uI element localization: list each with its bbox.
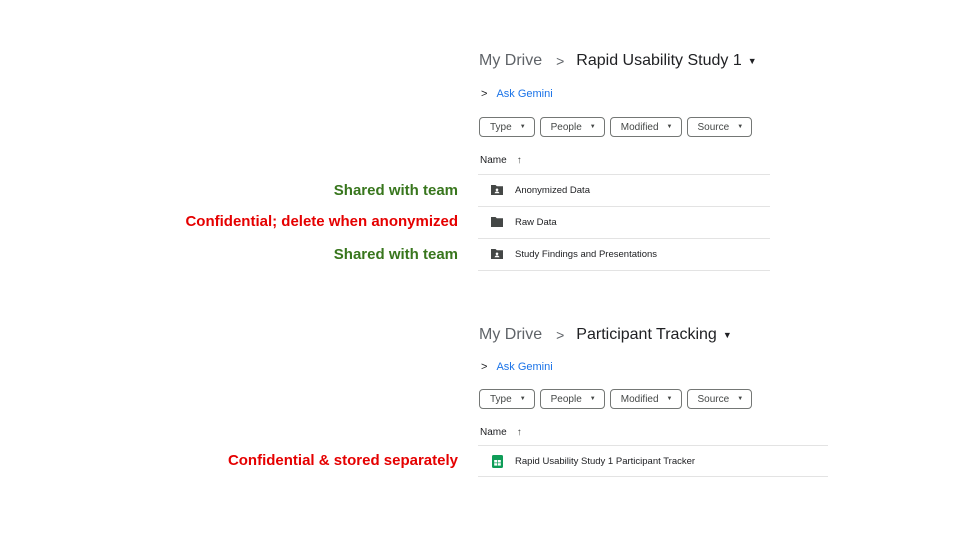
filter-modified-label: Modified [620, 121, 659, 133]
filter-modified-chip[interactable]: Modified ▼ [609, 389, 682, 409]
filter-type-label: Type [490, 121, 512, 133]
name-column-label: Name [480, 155, 507, 166]
ask-gemini-link[interactable]: > Ask Gemini [481, 361, 553, 373]
annotation-study-findings: Shared with team [333, 246, 458, 263]
current-folder-label: Rapid Usability Study 1 [576, 52, 742, 69]
annotation-raw-data: Confidential; delete when anonymized [185, 213, 458, 230]
shared-folder-icon [490, 247, 504, 261]
dropdown-arrow-icon: ▼ [519, 124, 526, 130]
filter-type-chip[interactable]: Type ▼ [479, 389, 535, 409]
chevron-right-icon: > [481, 88, 488, 100]
divider [478, 476, 828, 477]
filter-people-chip[interactable]: People ▼ [539, 389, 605, 409]
divider [478, 270, 770, 271]
file-name: Raw Data [515, 216, 557, 228]
caret-down-icon: ▼ [747, 56, 757, 66]
current-folder-label: Participant Tracking [576, 326, 717, 343]
filter-people-label: People [550, 121, 582, 133]
filter-type-chip[interactable]: Type ▼ [479, 117, 535, 137]
dropdown-arrow-icon: ▼ [589, 396, 596, 402]
file-name: Study Findings and Presentations [515, 248, 658, 260]
list-item[interactable]: Rapid Usability Study 1 Participant Trac… [478, 445, 828, 477]
dropdown-arrow-icon: ▼ [666, 124, 673, 130]
dropdown-arrow-icon: ▼ [737, 396, 744, 402]
drive-panel-participant-tracking: My Drive > Participant Tracking ▼ > Ask … [466, 314, 836, 484]
breadcrumb-separator: > [556, 327, 565, 343]
breadcrumb-my-drive[interactable]: My Drive [479, 52, 542, 70]
drive-panel-study: My Drive > Rapid Usability Study 1 ▼ > A… [466, 40, 836, 280]
dropdown-arrow-icon: ▼ [519, 396, 526, 402]
breadcrumb-current-folder[interactable]: Rapid Usability Study 1 ▼ [576, 52, 756, 70]
filter-people-chip[interactable]: People ▼ [539, 117, 605, 137]
list-item[interactable]: Anonymized Data [478, 174, 770, 206]
name-column-header[interactable]: Name ↑ [480, 427, 522, 438]
breadcrumb: My Drive > Participant Tracking ▼ [479, 326, 732, 344]
ask-gemini-label: Ask Gemini [496, 361, 553, 373]
chevron-right-icon: > [481, 361, 488, 373]
annotation-anonymized-data: Shared with team [333, 182, 458, 199]
shared-folder-icon [490, 183, 504, 197]
filter-modified-chip[interactable]: Modified ▼ [609, 117, 682, 137]
name-column-header[interactable]: Name ↑ [480, 155, 522, 166]
caret-down-icon: ▼ [722, 330, 732, 340]
annotation-participant-tracker: Confidential & stored separately [227, 452, 458, 469]
list-item[interactable]: Study Findings and Presentations [478, 238, 770, 270]
file-name: Anonymized Data [515, 184, 590, 196]
dropdown-arrow-icon: ▼ [737, 124, 744, 130]
filter-source-chip[interactable]: Source ▼ [686, 389, 753, 409]
filter-chips: Type ▼ People ▼ Modified ▼ Source ▼ [479, 389, 753, 409]
dropdown-arrow-icon: ▼ [666, 396, 673, 402]
breadcrumb-my-drive[interactable]: My Drive [479, 326, 542, 344]
file-name: Rapid Usability Study 1 Participant Trac… [515, 455, 696, 467]
breadcrumb: My Drive > Rapid Usability Study 1 ▼ [479, 52, 757, 70]
folder-icon [490, 215, 504, 229]
filter-source-label: Source [697, 393, 730, 405]
sort-ascending-icon: ↑ [516, 427, 522, 438]
filter-people-label: People [550, 393, 582, 405]
sort-ascending-icon: ↑ [516, 155, 522, 166]
name-column-label: Name [480, 427, 507, 438]
filter-modified-label: Modified [620, 393, 659, 405]
ask-gemini-link[interactable]: > Ask Gemini [481, 88, 553, 100]
dropdown-arrow-icon: ▼ [589, 124, 596, 130]
breadcrumb-current-folder[interactable]: Participant Tracking ▼ [576, 326, 731, 344]
list-item[interactable]: Raw Data [478, 206, 770, 238]
filter-chips: Type ▼ People ▼ Modified ▼ Source ▼ [479, 117, 753, 137]
ask-gemini-label: Ask Gemini [496, 88, 553, 100]
filter-source-label: Source [697, 121, 730, 133]
google-sheets-icon [490, 454, 504, 468]
filter-source-chip[interactable]: Source ▼ [686, 117, 753, 137]
filter-type-label: Type [490, 393, 512, 405]
breadcrumb-separator: > [556, 53, 565, 69]
